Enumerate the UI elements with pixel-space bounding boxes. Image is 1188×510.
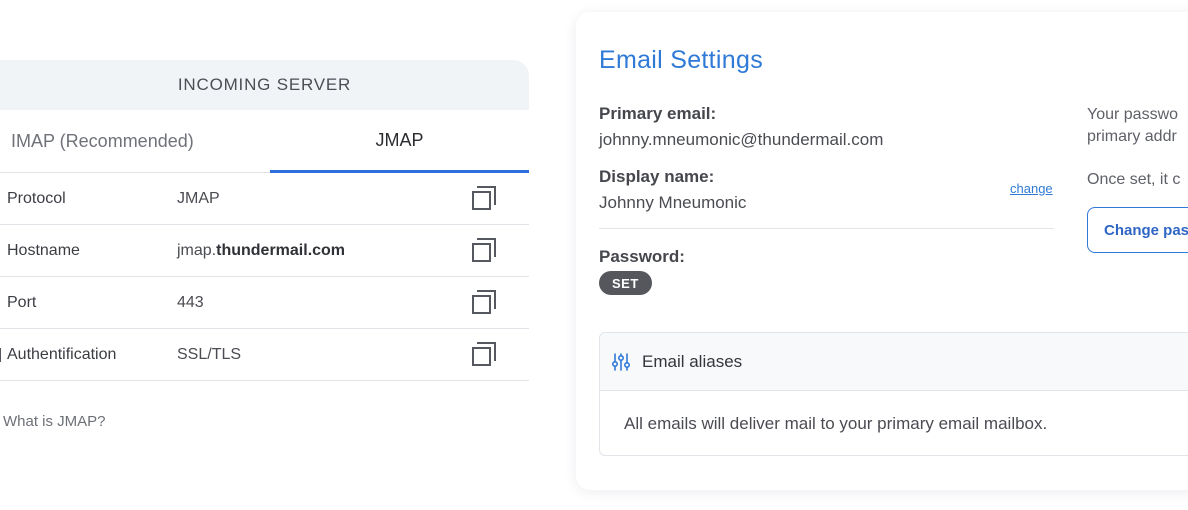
password-info-line1: Your passwo: [1087, 106, 1179, 123]
row-value-text: 443: [177, 293, 204, 311]
table-row-protocol: Protocol JMAP: [0, 173, 529, 225]
server-settings-table: Protocol JMAP Hostname jmap.thundermail.…: [0, 173, 529, 381]
row-value: SSL/TLS: [177, 346, 471, 364]
incoming-server-panel: INCOMING SERVER IMAP (Recommended) JMAP …: [0, 60, 529, 430]
tab-imap-label: IMAP (Recommended): [11, 130, 194, 151]
primary-email-value: johnny.mneumonic@thundermail.com: [599, 130, 884, 149]
divider: [599, 228, 1054, 229]
copy-icon[interactable]: [471, 289, 497, 316]
sliders-icon: [611, 352, 631, 371]
copy-icon[interactable]: [471, 185, 497, 212]
password-status-badge: SET: [599, 271, 652, 295]
incoming-server-header: INCOMING SERVER: [0, 60, 529, 110]
email-aliases-description: All emails will deliver mail to your pri…: [624, 414, 1048, 433]
page-title: Email Settings: [599, 46, 763, 74]
display-name-value: Johnny Mneumonic: [599, 193, 747, 212]
change-display-name-link[interactable]: change: [1010, 181, 1053, 196]
protocol-tabs: IMAP (Recommended) JMAP: [0, 110, 529, 173]
row-value: jmap.thundermail.com: [177, 242, 471, 260]
row-label: Hostname: [7, 241, 80, 259]
row-value-text: SSL/TLS: [177, 345, 242, 363]
email-settings-card: Email Settings Primary email: johnny.mne…: [576, 12, 1188, 490]
change-password-button[interactable]: Change pas: [1087, 207, 1188, 253]
email-aliases-header[interactable]: Email aliases: [600, 333, 1188, 391]
row-label: Port: [7, 293, 37, 311]
row-value: 443: [177, 294, 471, 312]
password-info-line2: primary addr: [1087, 128, 1177, 145]
table-row-port: Port 443: [0, 277, 529, 329]
copy-icon[interactable]: [471, 341, 497, 368]
display-name-label: Display name:: [599, 167, 715, 186]
row-value: JMAP: [177, 190, 471, 208]
password-label: Password:: [599, 247, 685, 266]
row-label: Authentification: [7, 345, 117, 363]
table-row-hostname: Hostname jmap.thundermail.com: [0, 225, 529, 277]
row-marker: [0, 348, 1, 362]
table-row-authentification: Authentification SSL/TLS: [0, 329, 529, 381]
what-is-jmap-link[interactable]: What is JMAP?: [0, 413, 529, 430]
tab-jmap-label: JMAP: [375, 129, 424, 150]
email-aliases-panel: Email aliases All emails will deliver ma…: [599, 332, 1188, 456]
row-value-text: JMAP: [177, 189, 220, 207]
incoming-server-title: INCOMING SERVER: [177, 75, 352, 94]
row-value-bold: thundermail.com: [216, 241, 346, 259]
primary-email-label: Primary email:: [599, 104, 717, 123]
row-label: Protocol: [7, 189, 66, 207]
password-info-line3: Once set, it c: [1087, 171, 1181, 188]
tab-jmap[interactable]: JMAP: [270, 110, 529, 173]
copy-icon[interactable]: [471, 237, 497, 264]
email-aliases-title: Email aliases: [642, 351, 743, 371]
tab-imap[interactable]: IMAP (Recommended): [0, 110, 270, 172]
row-value-text: jmap.: [177, 241, 217, 259]
